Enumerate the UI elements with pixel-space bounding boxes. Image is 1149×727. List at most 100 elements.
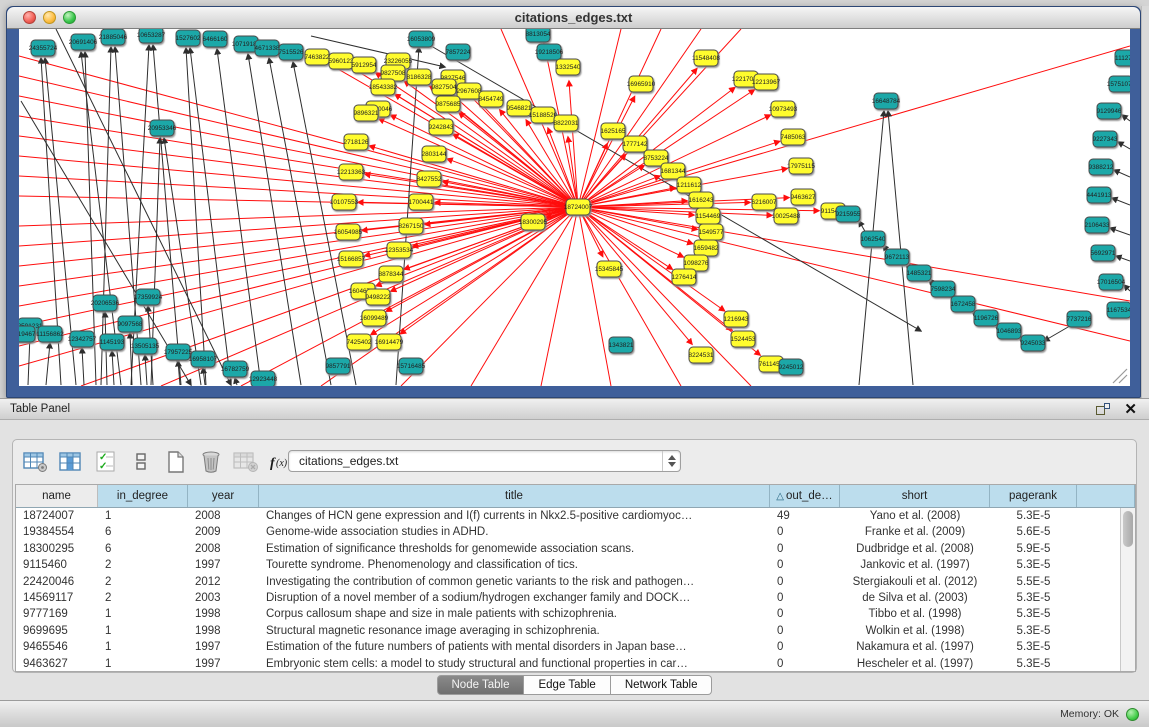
network-node[interactable]: 5960123: [329, 53, 354, 69]
network-node[interactable]: 8427552: [417, 171, 442, 187]
network-node[interactable]: 5692971: [1091, 245, 1116, 261]
float-panel-icon[interactable]: [1096, 403, 1110, 416]
table-settings-icon[interactable]: [21, 449, 51, 475]
network-node[interactable]: 17016504: [1097, 274, 1126, 290]
network-node[interactable]: 16054985: [334, 224, 363, 240]
network-node[interactable]: 1062540: [861, 231, 886, 247]
network-node[interactable]: 1527602: [176, 30, 201, 46]
network-node[interactable]: 1485321: [907, 265, 932, 281]
network-node[interactable]: 15345845: [595, 261, 624, 277]
table-row[interactable]: 2242004622012Investigating the contribut…: [16, 574, 1120, 590]
tab-edge-table[interactable]: Edge Table: [524, 675, 610, 695]
network-node[interactable]: 1216943: [724, 311, 749, 327]
column-header-outde[interactable]: △out_de…: [770, 485, 840, 507]
table-cell[interactable]: 2003: [188, 590, 259, 606]
network-node[interactable]: 17975115: [787, 158, 815, 174]
table-cell[interactable]: 6: [98, 541, 188, 557]
table-cell[interactable]: Disruption of a novel member of a sodium…: [259, 590, 770, 606]
network-node[interactable]: 9129946: [1097, 103, 1122, 119]
network-node[interactable]: 6216007: [752, 194, 777, 210]
network-node[interactable]: 9245033: [1021, 335, 1046, 351]
table-cell[interactable]: 0: [770, 541, 840, 557]
tab-network-table[interactable]: Network Table: [611, 675, 713, 695]
table-cell[interactable]: 0: [770, 557, 840, 573]
table-cell[interactable]: 1: [98, 639, 188, 655]
table-cell[interactable]: 2: [98, 574, 188, 590]
table-cell[interactable]: 1: [98, 623, 188, 639]
network-node[interactable]: 4441913: [1087, 187, 1112, 203]
table-cell[interactable]: 1: [98, 656, 188, 671]
table-row[interactable]: 969969511998Structural magnetic resonanc…: [16, 623, 1120, 639]
table-cell[interactable]: 1997: [188, 557, 259, 573]
network-node[interactable]: 10973493: [769, 101, 798, 117]
network-node[interactable]: 24355724: [29, 40, 58, 56]
table-cell[interactable]: 1: [98, 606, 188, 622]
network-node[interactable]: 16053809: [407, 31, 436, 47]
table-row[interactable]: 1456911722003Disruption of a novel membe…: [16, 590, 1120, 606]
table-cell[interactable]: 22420046: [16, 574, 98, 590]
column-header-pagerank[interactable]: pagerank: [990, 485, 1077, 507]
column-header-year[interactable]: year: [188, 485, 259, 507]
network-view-window[interactable]: citations_edges.txt 18724007183002952435…: [6, 6, 1141, 398]
table-cell[interactable]: 0: [770, 639, 840, 655]
table-cell[interactable]: 0: [770, 574, 840, 590]
network-node[interactable]: 11548408: [692, 50, 720, 66]
table-row[interactable]: 946554611997Estimation of the future num…: [16, 639, 1120, 655]
table-cell[interactable]: Jankovic et al. (1997): [840, 557, 990, 573]
table-selector-dropdown[interactable]: citations_edges.txt: [288, 450, 681, 472]
table-cell[interactable]: 5.3E-5: [990, 508, 1077, 524]
network-node[interactable]: 18724007: [564, 199, 593, 215]
network-node[interactable]: 5912954: [352, 57, 377, 73]
table-cell[interactable]: 5.6E-5: [990, 524, 1077, 540]
network-node[interactable]: 1196726: [974, 310, 999, 326]
table-scrollbar[interactable]: [1120, 508, 1135, 671]
network-node[interactable]: 1167534: [1107, 302, 1130, 318]
table-cell[interactable]: 5.3E-5: [990, 656, 1077, 671]
network-node[interactable]: 9463627: [791, 189, 816, 205]
network-node[interactable]: 1154469: [696, 208, 721, 224]
network-node[interactable]: 1276414: [672, 269, 697, 285]
select-attributes-icon[interactable]: ✓✓: [91, 449, 121, 475]
table-cell[interactable]: 2008: [188, 508, 259, 524]
network-node[interactable]: 9245012: [779, 359, 804, 375]
table-cell[interactable]: Corpus callosum shape and size in male p…: [259, 606, 770, 622]
network-node[interactable]: 7598234: [931, 281, 956, 297]
table-cell[interactable]: Estimation of significance thresholds fo…: [259, 541, 770, 557]
network-node[interactable]: 16648784: [872, 93, 901, 109]
network-node[interactable]: 8878344: [379, 266, 404, 282]
table-cell[interactable]: de Silva et al. (2003): [840, 590, 990, 606]
table-cell[interactable]: 0: [770, 606, 840, 622]
table-cell[interactable]: 1: [98, 508, 188, 524]
network-node[interactable]: 16958107: [189, 351, 218, 367]
network-node[interactable]: 20206536: [91, 295, 120, 311]
table-row[interactable]: 1872400712008Changes of HCN gene express…: [16, 508, 1120, 524]
network-node[interactable]: 7425402: [347, 334, 372, 350]
network-node[interactable]: 9227343: [1093, 131, 1118, 147]
network-node[interactable]: 10025488: [772, 208, 801, 224]
network-node[interactable]: 20691406: [69, 34, 98, 50]
network-node[interactable]: 2718126: [344, 134, 369, 150]
network-node[interactable]: 1549577: [699, 224, 724, 240]
table-cell[interactable]: 19384554: [16, 524, 98, 540]
resize-grip[interactable]: [1113, 369, 1127, 383]
show-columns-icon[interactable]: [56, 449, 86, 475]
table-cell[interactable]: 9777169: [16, 606, 98, 622]
network-node[interactable]: 8822031: [554, 115, 579, 131]
column-header-short[interactable]: short: [840, 485, 990, 507]
memory-ok-indicator[interactable]: [1126, 708, 1139, 721]
network-node[interactable]: 9875685: [436, 96, 461, 112]
new-table-icon[interactable]: [161, 449, 191, 475]
network-node[interactable]: 13505135: [131, 338, 160, 354]
network-node[interactable]: 15716485: [397, 358, 426, 374]
network-node[interactable]: 21885046: [99, 29, 128, 45]
table-cell[interactable]: Investigating the contribution of common…: [259, 574, 770, 590]
table-cell[interactable]: 5.9E-5: [990, 541, 1077, 557]
column-header-name[interactable]: name: [16, 485, 98, 507]
table-row[interactable]: 911546021997Tourette syndrome. Phenomeno…: [16, 557, 1120, 573]
window-titlebar[interactable]: citations_edges.txt: [7, 7, 1140, 29]
network-node[interactable]: 11156862: [36, 326, 64, 342]
network-node[interactable]: 1700441: [409, 194, 434, 210]
network-node[interactable]: 12923448: [249, 371, 278, 386]
table-cell[interactable]: 14569117: [16, 590, 98, 606]
tab-node-table[interactable]: Node Table: [437, 675, 525, 695]
